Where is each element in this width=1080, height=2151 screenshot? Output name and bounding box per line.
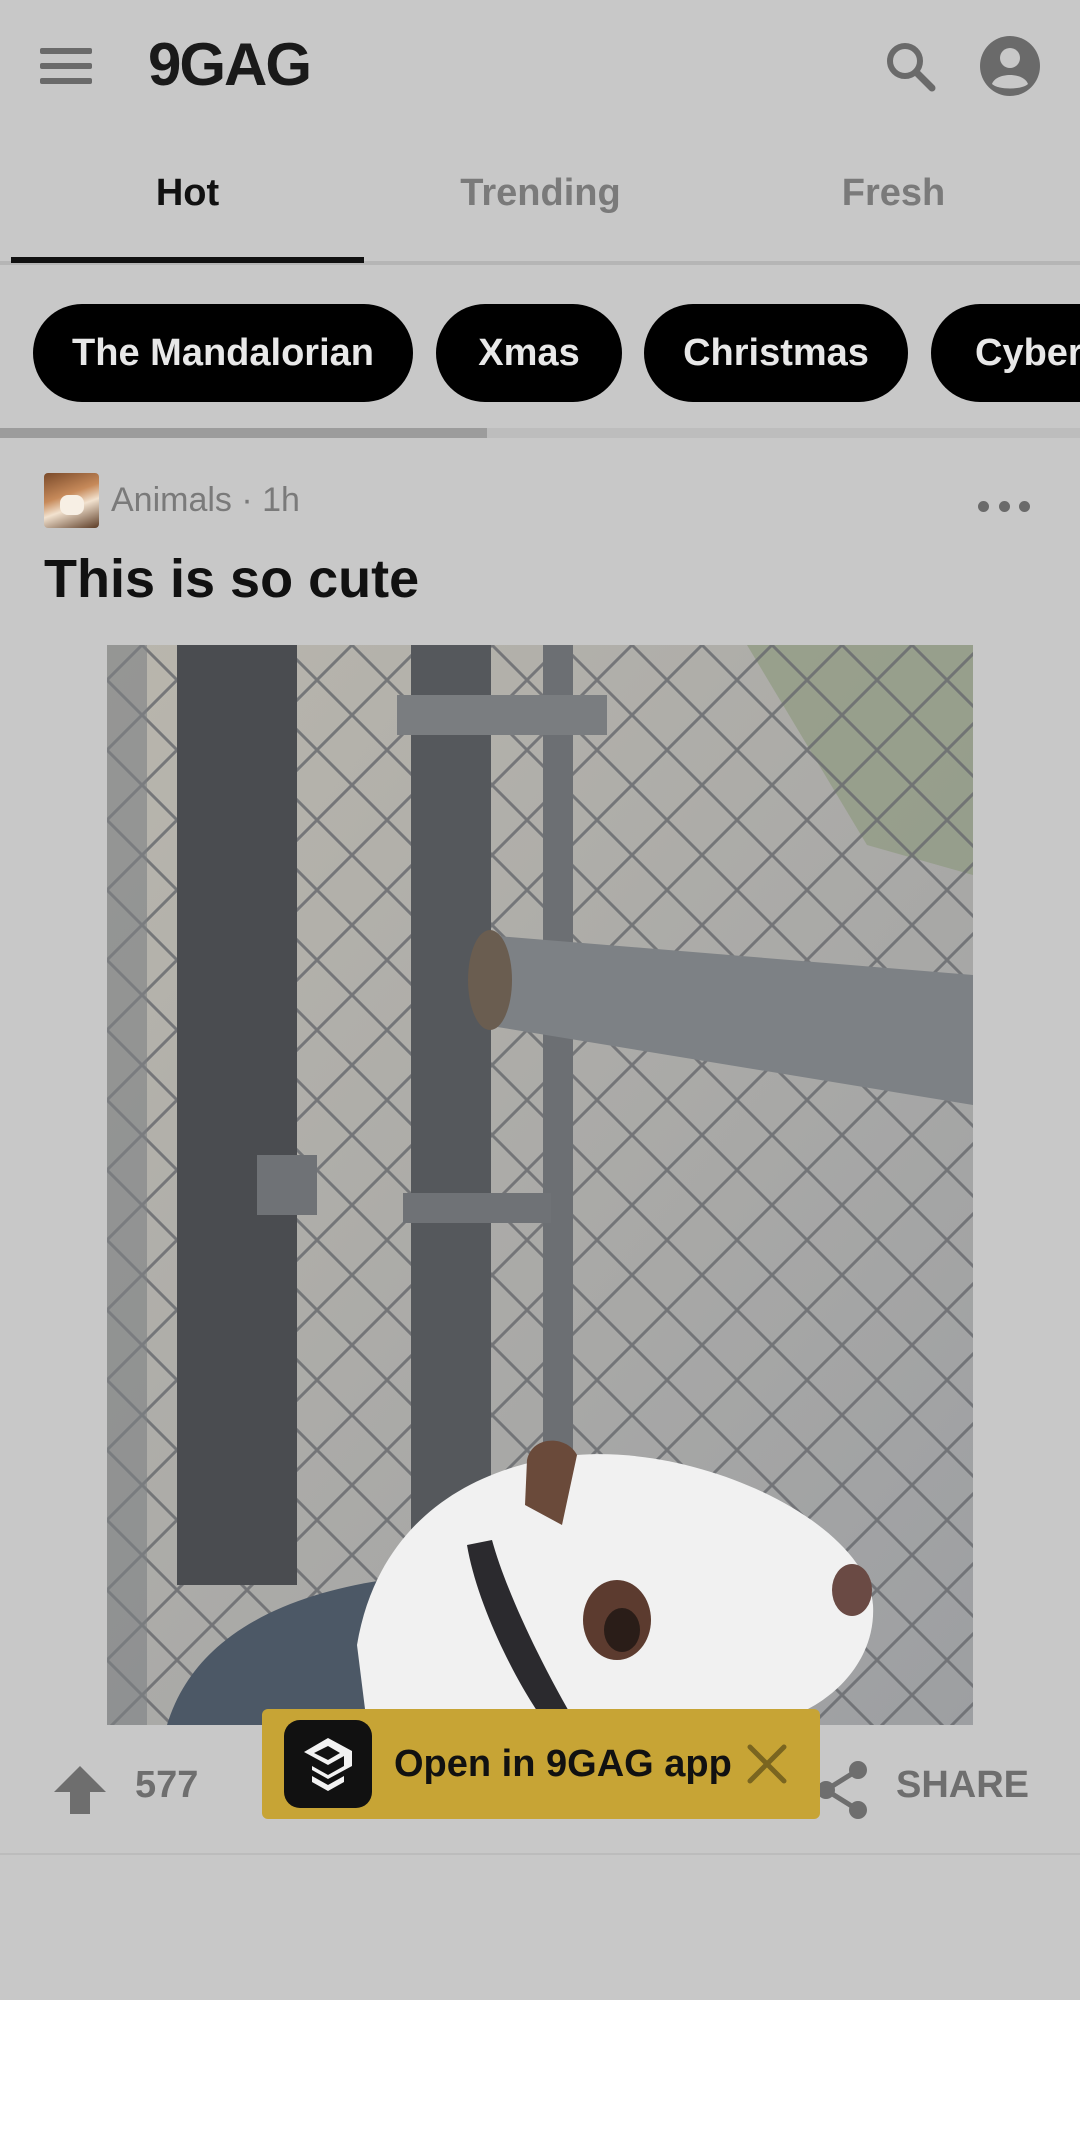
post-meta: Animals · 1h [44,472,300,528]
post-section-time[interactable]: Animals · 1h [111,481,300,520]
tab-hot[interactable]: Hot [11,150,364,265]
upvote-arrow-icon[interactable] [50,1760,110,1820]
open-in-app-banner[interactable]: Open in 9GAG app [262,1709,820,1819]
tag-chip-list[interactable]: The Mandalorian Xmas Christmas Cyberp [0,300,1080,410]
more-options-icon[interactable] [978,496,1030,516]
app-root: 9GAG Hot Trending Fresh The Mandalorian … [0,0,1080,2000]
upvote-count: 577 [135,1764,199,1806]
tag-chip[interactable]: Cyberp [931,304,1080,402]
tag-chip[interactable]: The Mandalorian [33,304,413,402]
chip-scrollbar-thumb[interactable] [0,428,487,438]
share-icon[interactable] [812,1758,872,1822]
top-header: 9GAG [0,0,1080,132]
tab-trending[interactable]: Trending [364,150,717,265]
tag-chip[interactable]: Xmas [436,304,622,402]
site-logo[interactable]: 9GAG [148,30,312,99]
search-icon[interactable] [880,36,940,96]
section-avatar[interactable] [44,472,99,528]
active-tab-indicator [11,257,364,263]
feed-tabs: Hot Trending Fresh [0,150,1080,265]
post-video[interactable] [107,645,973,1725]
share-button[interactable]: SHARE [896,1764,1029,1807]
tab-fresh[interactable]: Fresh [717,150,1070,265]
post-title[interactable]: This is so cute [44,548,419,610]
open-in-app-label[interactable]: Open in 9GAG app [394,1743,732,1786]
post-divider [0,1853,1080,1855]
close-icon[interactable] [740,1737,794,1791]
hamburger-menu-icon[interactable] [36,40,96,92]
tag-chip[interactable]: Christmas [644,304,908,402]
9gag-app-icon [284,1720,372,1808]
account-circle-icon[interactable] [978,34,1042,98]
